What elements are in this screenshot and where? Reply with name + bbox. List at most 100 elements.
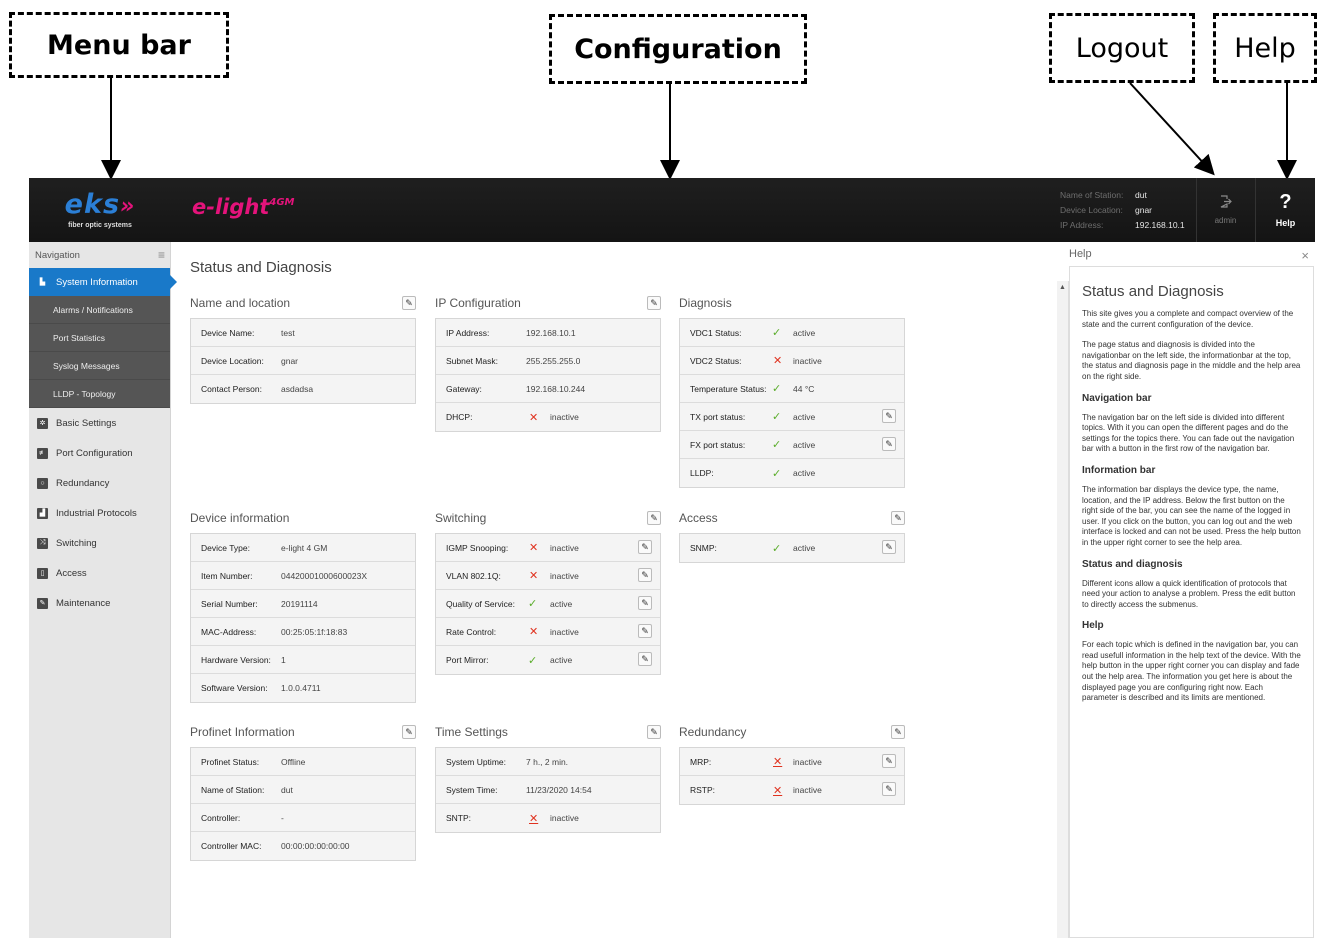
logout-button[interactable]: admin — [1196, 178, 1254, 242]
sidebar-subitem-lldp[interactable]: LLDP - Topology — [29, 380, 170, 408]
arrow-logout — [1129, 82, 1215, 176]
sidebar-item-system-information[interactable]: ▙ System Information — [29, 268, 177, 296]
help-scrollbar[interactable]: ▲ — [1057, 281, 1069, 938]
help-button-label: Help — [1275, 218, 1296, 228]
row-label: Item Number: — [201, 570, 253, 581]
logged-in-user: admin — [1214, 216, 1237, 225]
edit-snmp-button[interactable]: ✎ — [882, 540, 896, 554]
help-panel-title: Help — [1069, 248, 1092, 260]
row-value: inactive — [793, 756, 822, 767]
table-row: VDC1 Status: ✓ active — [680, 319, 904, 347]
row-value: - — [281, 812, 284, 823]
close-icon[interactable]: × — [1301, 248, 1309, 263]
help-panel: Status and Diagnosis This site gives you… — [1069, 266, 1314, 938]
row-value: active — [550, 598, 573, 609]
panel-name-location: Name and location ✎ Device Name: test Devi… — [190, 292, 416, 404]
table-row: Item Number: 04420001000600023X — [191, 562, 415, 590]
help-button[interactable]: ? Help — [1255, 178, 1315, 242]
edit-profinet-button[interactable]: ✎ — [402, 725, 416, 739]
sidebar-subitem-syslog[interactable]: Syslog Messages — [29, 352, 170, 380]
edit-access-button[interactable]: ✎ — [891, 511, 905, 525]
edit-vlan-button[interactable]: ✎ — [638, 568, 652, 582]
row-label: MAC-Address: — [201, 626, 257, 637]
sidebar-item-access[interactable]: ▯ Access — [29, 558, 170, 588]
sidebar-subitem-port-statistics[interactable]: Port Statistics — [29, 324, 170, 352]
row-label: IGMP Snooping: — [446, 542, 509, 553]
edit-fx-port-button[interactable]: ✎ — [882, 437, 896, 451]
row-value: 1 — [281, 654, 286, 665]
edit-redundancy-button[interactable]: ✎ — [891, 725, 905, 739]
sidebar-subitem-alarms[interactable]: Alarms / Notifications — [29, 296, 170, 324]
annotation-menu-bar-label: Menu bar — [47, 29, 191, 61]
row-label: Subnet Mask: — [446, 355, 498, 366]
row-label: VLAN 802.1Q: — [446, 570, 501, 581]
edit-rstp-button[interactable]: ✎ — [882, 782, 896, 796]
ip-label: IP Address: — [1060, 220, 1104, 230]
chart-icon: ▙ — [39, 279, 46, 286]
row-value: 00:00:00:00:00:00 — [281, 841, 350, 851]
panel-time-settings: Time Settings ✎ System Uptime: 7 h., 2 min… — [435, 721, 661, 833]
sidebar-item-basic-settings[interactable]: ✲ Basic Settings — [29, 408, 170, 438]
panel-title: Switching — [435, 511, 487, 525]
row-value: active — [793, 327, 816, 338]
ring-icon: ○ — [37, 477, 48, 489]
row-value: inactive — [550, 626, 579, 637]
table-row: SNMP: ✓ active ✎ — [680, 534, 904, 562]
panel-redundancy: Redundancy ✎ MRP: ✕ inactive ✎ RSTP: ✕ inactiv… — [679, 721, 905, 805]
row-label: Device Type: — [201, 542, 250, 553]
panel-title: Time Settings — [435, 725, 508, 739]
edit-rate-control-button[interactable]: ✎ — [638, 624, 652, 638]
sidebar-item-switching[interactable]: ⤨ Switching — [29, 528, 170, 558]
status-cross-icon: ✕ — [529, 570, 539, 582]
row-value: 11/23/2020 14:54 — [526, 784, 592, 795]
port-icon: ≢ — [37, 447, 48, 459]
sidebar-item-redundancy[interactable]: ○ Redundancy — [29, 468, 170, 498]
panel-title: Device information — [190, 511, 290, 525]
help-panel-header: Help × — [1069, 248, 1309, 263]
sidebar-subitem-label: Syslog Messages — [53, 360, 120, 371]
product-logo: e-light4GM — [192, 195, 295, 219]
table-row: Gateway: 192.168.10.244 — [436, 375, 660, 403]
edit-time-button[interactable]: ✎ — [647, 725, 661, 739]
help-paragraph: The navigation bar on the left side is d… — [1082, 412, 1295, 454]
row-value: inactive — [550, 412, 579, 422]
edit-mrp-button[interactable]: ✎ — [882, 754, 896, 768]
table-row: DHCP: ✕ inactive — [436, 403, 660, 431]
status-check-icon: ✓ — [772, 467, 782, 480]
sidebar-item-label: Maintenance — [56, 597, 111, 609]
sidebar-item-label: Port Configuration — [56, 447, 133, 459]
annotation-logout: Logout — [1049, 13, 1195, 83]
edit-port-mirror-button[interactable]: ✎ — [638, 652, 652, 666]
edit-switching-button[interactable]: ✎ — [647, 511, 661, 525]
row-value: 255.255.255.0 — [526, 355, 581, 366]
edit-name-location-button[interactable]: ✎ — [402, 296, 416, 310]
row-label: IP Address: — [446, 327, 490, 338]
edit-igmp-button[interactable]: ✎ — [638, 540, 652, 554]
status-check-icon: ✓ — [528, 654, 538, 667]
row-label: VDC2 Status: — [690, 355, 742, 366]
sidebar-item-port-configuration[interactable]: ≢ Port Configuration — [29, 438, 170, 468]
sidebar-item-industrial-protocols[interactable]: ▟ Industrial Protocols — [29, 498, 170, 528]
edit-qos-button[interactable]: ✎ — [638, 596, 652, 610]
table-row: Serial Number: 20191114 — [191, 590, 415, 618]
hamburger-icon[interactable]: ≡ — [158, 248, 165, 262]
row-value: 44 °C — [793, 383, 815, 394]
row-label: Quality of Service: — [446, 598, 515, 609]
table-row: System Uptime: 7 h., 2 min. — [436, 748, 660, 776]
station-name-value: dut — [1135, 190, 1147, 200]
edit-ip-configuration-button[interactable]: ✎ — [647, 296, 661, 310]
row-label: SNTP: — [446, 813, 472, 823]
edit-tx-port-button[interactable]: ✎ — [882, 409, 896, 423]
row-label: Controller: — [201, 812, 241, 823]
table-row: Hardware Version: 1 — [191, 646, 415, 674]
panel-title: Access — [679, 511, 718, 525]
sidebar-item-maintenance[interactable]: ✎ Maintenance — [29, 588, 170, 618]
sidebar-item-label: Switching — [56, 537, 97, 549]
table-row: LLDP: ✓ active — [680, 459, 904, 487]
row-value: e-light 4 GM — [281, 542, 328, 553]
eks-logo[interactable]: eks» fiber optic systems — [29, 178, 171, 242]
sidebar-item-label: Redundancy — [56, 477, 110, 489]
scroll-up-icon[interactable]: ▲ — [1057, 284, 1068, 291]
status-check-icon: ✓ — [772, 439, 782, 451]
table-row: Device Type: e-light 4 GM — [191, 534, 415, 562]
